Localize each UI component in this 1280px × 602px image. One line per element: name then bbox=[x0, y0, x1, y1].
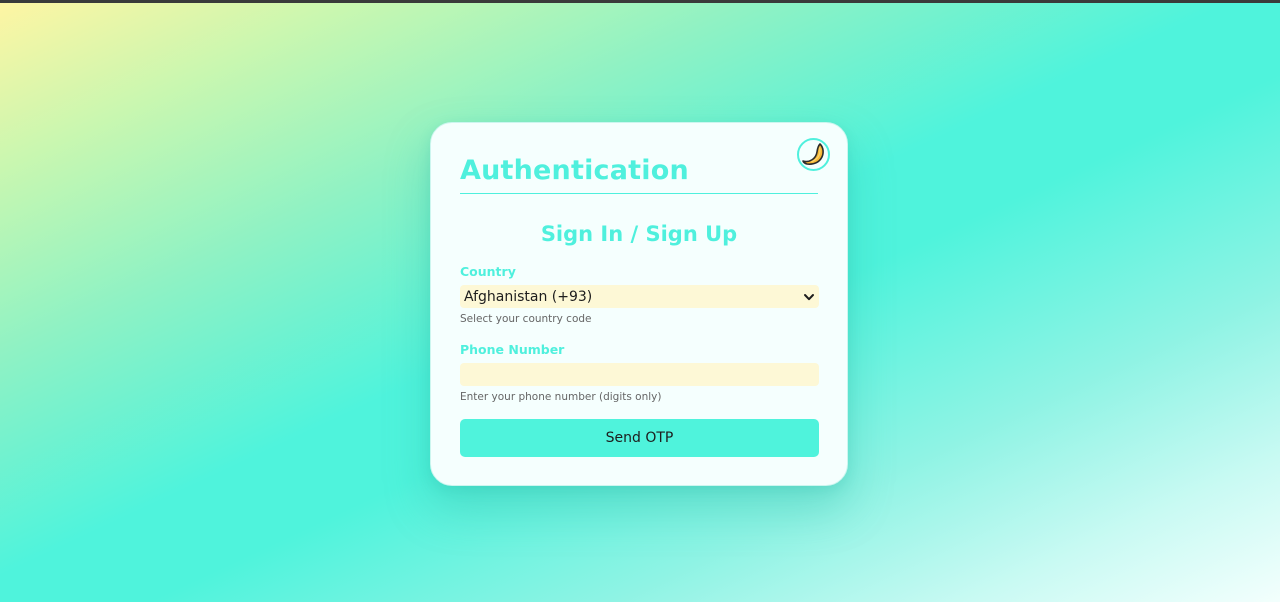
send-otp-button[interactable]: Send OTP bbox=[460, 419, 819, 457]
page-title: Authentication bbox=[460, 155, 689, 186]
form-heading: Sign In / Sign Up bbox=[540, 222, 738, 246]
crescent-moon-icon bbox=[801, 142, 827, 168]
phone-number-input[interactable] bbox=[460, 363, 819, 386]
auth-card: Authentication Sign In / Sign Up Country… bbox=[430, 122, 848, 486]
country-select[interactable]: Afghanistan (+93) bbox=[460, 285, 819, 308]
country-hint: Select your country code bbox=[460, 313, 592, 325]
title-divider bbox=[460, 193, 818, 194]
country-label: Country bbox=[460, 264, 516, 279]
theme-toggle-button[interactable] bbox=[797, 138, 830, 171]
top-border bbox=[0, 0, 1280, 3]
chevron-down-icon bbox=[803, 291, 815, 303]
phone-number-label: Phone Number bbox=[460, 342, 565, 357]
country-select-value: Afghanistan (+93) bbox=[464, 288, 593, 305]
phone-number-hint: Enter your phone number (digits only) bbox=[460, 391, 662, 403]
